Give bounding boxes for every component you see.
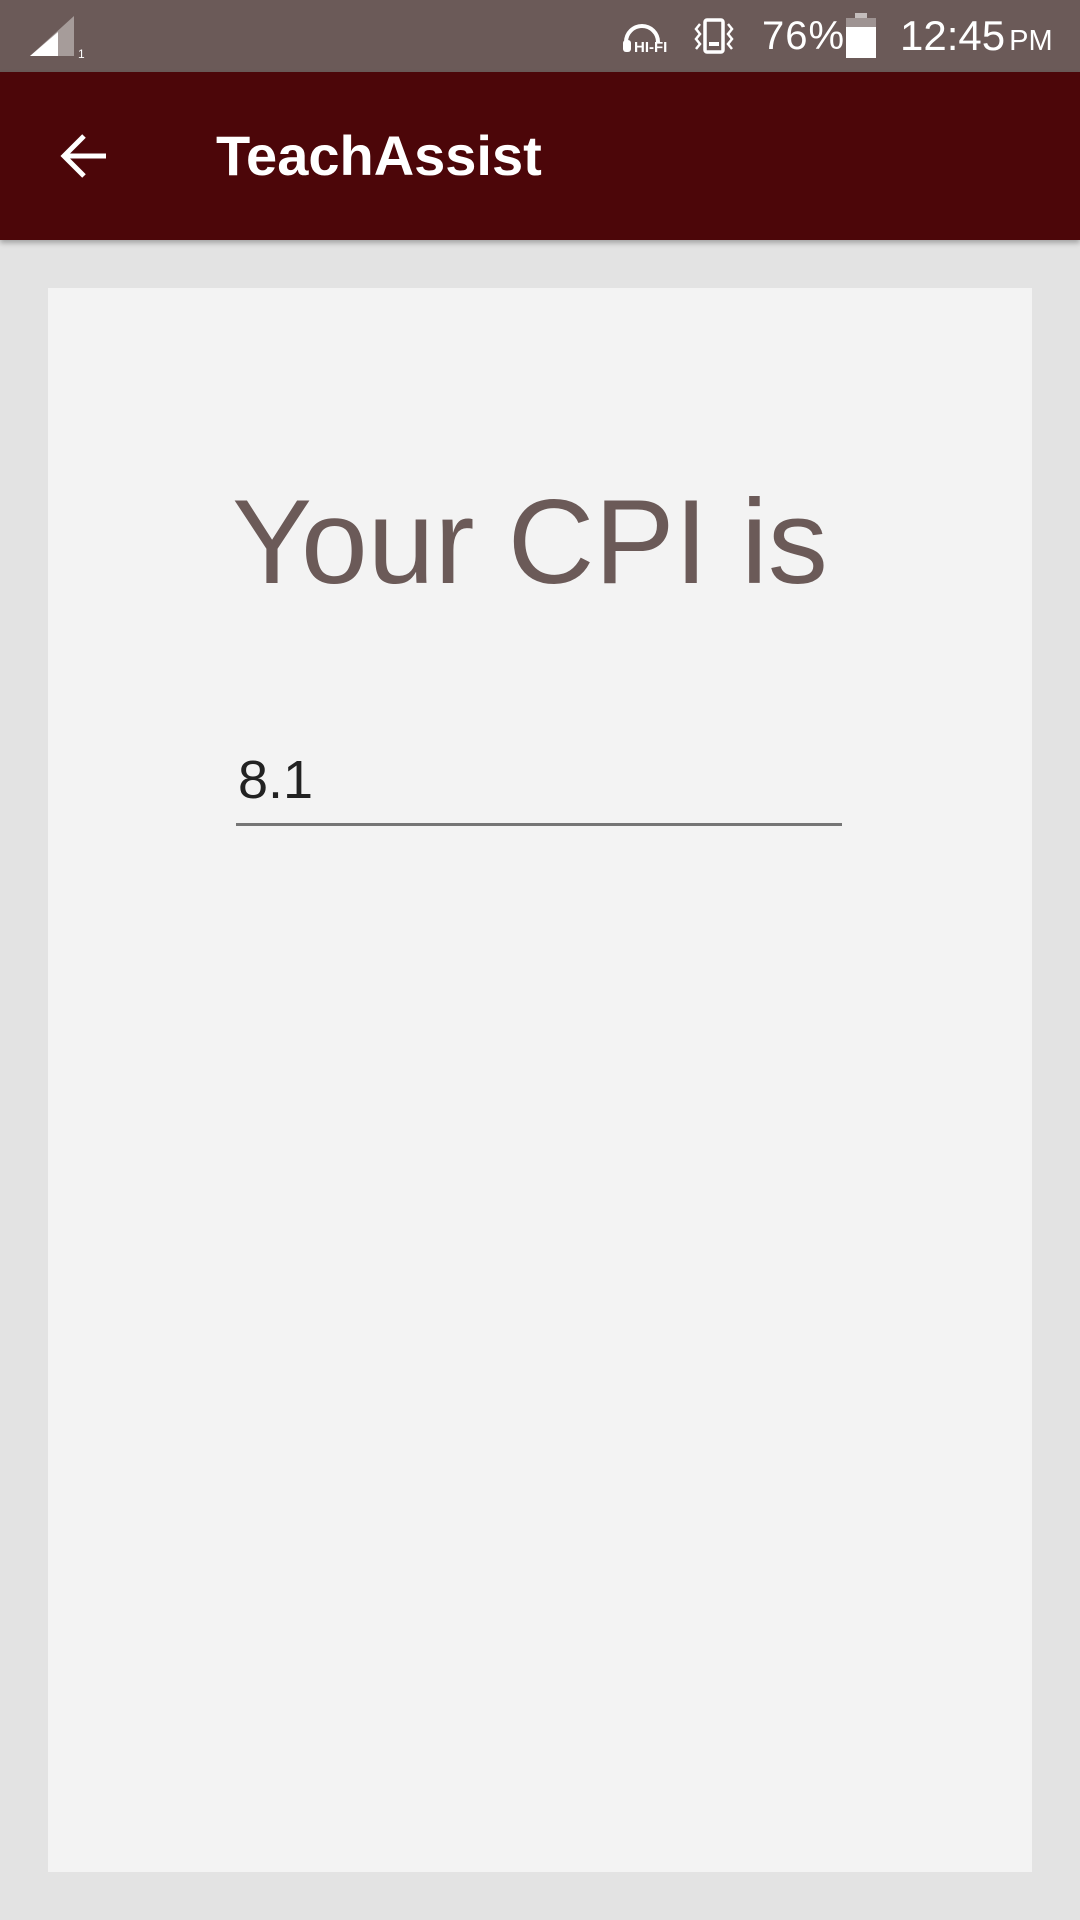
status-clock: 12:45 PM (900, 12, 1053, 65)
battery-percentage: 76% (762, 14, 846, 58)
cell-signal-icon: 1 (30, 16, 85, 60)
vibrate-icon (694, 18, 734, 54)
clock-ampm: PM (1009, 25, 1053, 57)
status-bar: 1 HI-FI 76% 12:45 PM (0, 0, 1080, 72)
cpi-card: Your CPI is (48, 288, 1032, 1872)
clock-time: 12:45 (900, 12, 1006, 59)
arrow-back-icon (60, 134, 106, 178)
svg-text:HI-FI: HI-FI (634, 39, 667, 56)
battery-icon (846, 13, 876, 58)
cpi-heading: Your CPI is (232, 475, 828, 609)
app-title: TeachAssist (216, 124, 542, 187)
back-button[interactable] (40, 112, 128, 200)
cpi-value-field[interactable] (236, 742, 842, 826)
hifi-headset-icon: HI-FI (623, 24, 667, 56)
svg-text:1: 1 (78, 47, 85, 60)
app-bar: TeachAssist (0, 72, 1080, 240)
